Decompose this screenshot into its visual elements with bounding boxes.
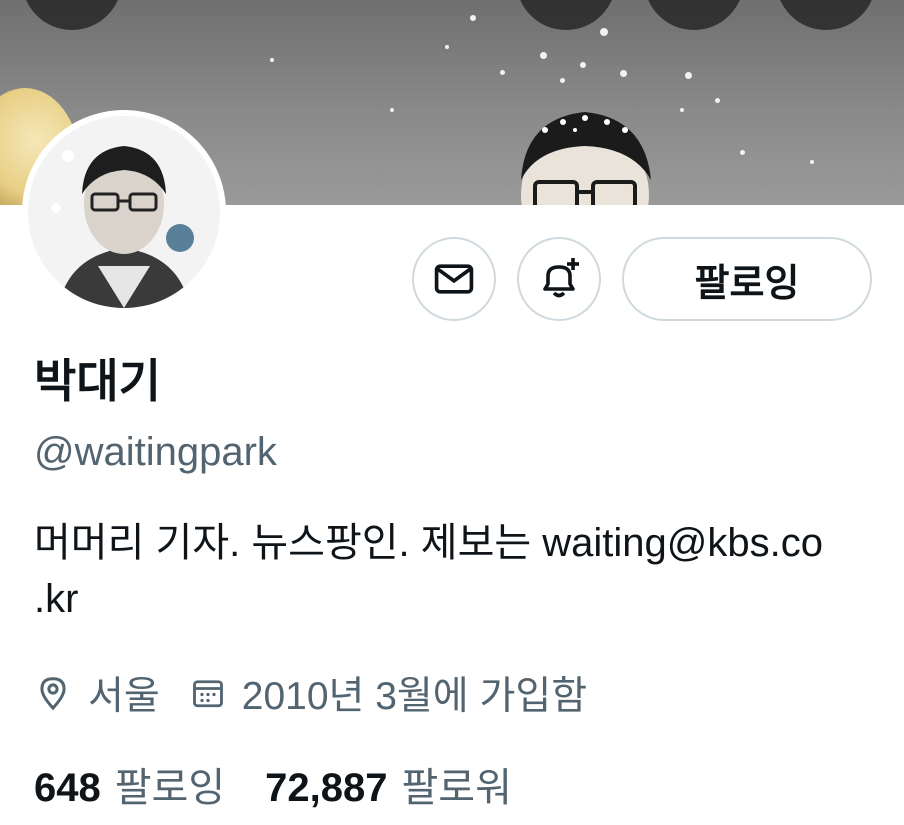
more-options-button[interactable] [776, 0, 876, 30]
back-button[interactable] [22, 0, 122, 30]
followers-count: 72,887 [265, 766, 388, 810]
envelope-icon [434, 264, 474, 294]
profile-bio: 머머리 기자. 뉴스팡인. 제보는 waiting@kbs.co .kr [34, 515, 864, 627]
profile-meta: 서울 2010년 3월에 가입함 [34, 665, 587, 721]
banner-action-button[interactable] [516, 0, 616, 30]
search-button[interactable] [644, 0, 744, 30]
followers-label: 팔로워 [401, 766, 512, 810]
location-text: 서울 [88, 675, 160, 718]
bio-line: .kr [34, 577, 79, 621]
location-pin-icon [34, 674, 72, 712]
calendar-icon [190, 675, 226, 711]
avatar-photo [28, 116, 220, 308]
following-button[interactable]: 팔로잉 [622, 237, 872, 321]
notify-button[interactable] [517, 237, 601, 321]
joined-date: 2010년 3월에 가입함 [241, 675, 588, 718]
message-button[interactable] [412, 237, 496, 321]
followers-link[interactable]: 72,887 팔로워 [265, 755, 512, 813]
avatar[interactable] [22, 110, 226, 314]
banner-illustration-character [521, 112, 651, 205]
follow-stats: 648 팔로잉 72,887 팔로워 [34, 755, 512, 813]
bell-plus-icon [543, 258, 579, 298]
bio-line: 머머리 기자. 뉴스팡인. 제보는 waiting@kbs.co [34, 521, 824, 565]
user-handle: @waitingpark [34, 430, 277, 474]
display-name: 박대기 [34, 355, 161, 407]
following-label: 팔로잉 [114, 766, 226, 810]
following-link[interactable]: 648 팔로잉 [34, 755, 225, 813]
following-count: 648 [34, 766, 101, 810]
